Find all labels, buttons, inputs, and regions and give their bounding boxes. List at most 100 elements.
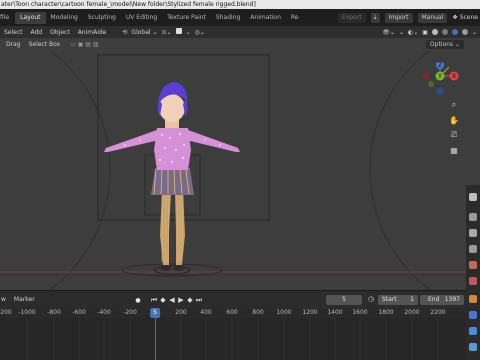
ruler-tick: -400 bbox=[97, 309, 111, 316]
select-box-dropdown[interactable]: Select Box bbox=[29, 41, 61, 48]
right-shoe bbox=[174, 265, 184, 271]
jump-start-icon[interactable]: ⏮ bbox=[150, 295, 158, 305]
tab-texture-paint[interactable]: Texture Paint bbox=[162, 12, 211, 24]
play-reverse-icon[interactable]: ◀ bbox=[168, 295, 176, 305]
orientation-icon[interactable]: ⟲ bbox=[120, 29, 129, 36]
options-label: Options bbox=[429, 41, 454, 48]
tab-modeling[interactable]: Modeling bbox=[46, 12, 83, 24]
right-arm bbox=[186, 130, 240, 152]
chevron-down-icon: ⌄ bbox=[150, 28, 158, 36]
ruler-tick: -1000 bbox=[18, 309, 36, 316]
start-frame-field[interactable]: Start 1 bbox=[378, 295, 418, 305]
select-mode-icons[interactable]: ▭ ▣ ▤ ▥ bbox=[70, 41, 98, 48]
drag-label: Drag bbox=[6, 41, 21, 48]
snap-toggle[interactable] bbox=[174, 28, 184, 36]
menu-file[interactable]: file bbox=[0, 12, 15, 24]
overlay-icon[interactable]: ◐⌄ bbox=[408, 29, 418, 36]
tab-uv-editing[interactable]: UV Editing bbox=[121, 12, 162, 24]
proportional-edit-icon[interactable]: ◎⌄ bbox=[193, 29, 207, 36]
gizmo-toggle-icon[interactable]: ⌄ bbox=[399, 29, 404, 36]
pivot-icon[interactable]: ⊙⌄ bbox=[160, 29, 174, 36]
timeline-ruler[interactable]: -1200 -1000 -800 -600 -400 -200 5 200 40… bbox=[0, 308, 466, 318]
ruler-tick: 2200 bbox=[430, 309, 446, 316]
output-properties-icon[interactable] bbox=[469, 229, 477, 237]
shading-wire-icon[interactable] bbox=[461, 29, 468, 35]
orientation-dropdown[interactable]: Global ⌄ bbox=[129, 29, 159, 36]
modifier-properties-icon[interactable] bbox=[469, 311, 477, 319]
playback-controls: ● ⏮ ◆ ◀ ▶ ◆ ⏭ bbox=[134, 294, 203, 306]
menu-select[interactable]: Select bbox=[0, 29, 27, 36]
ruler-tick: 1200 bbox=[302, 309, 318, 316]
menu-marker[interactable]: Marker bbox=[10, 296, 39, 303]
viewport-canvas bbox=[0, 51, 466, 290]
object-properties-icon[interactable] bbox=[469, 295, 477, 303]
xray-icon[interactable]: ▣ bbox=[422, 29, 428, 36]
ruler-tick: 600 bbox=[226, 309, 238, 316]
tab-layout[interactable]: Layout bbox=[15, 11, 46, 24]
tab-rendering[interactable]: Re bbox=[286, 12, 301, 24]
tool-properties-icon[interactable] bbox=[469, 193, 477, 201]
visibility-icon[interactable]: 👁⌄ bbox=[382, 29, 395, 36]
prev-keyframe-icon[interactable]: ◆ bbox=[159, 295, 167, 305]
ruler-tick: 1600 bbox=[352, 309, 368, 316]
menu-add[interactable]: Add bbox=[27, 29, 47, 36]
scene-selector[interactable]: ❖ Scene bbox=[452, 14, 478, 21]
rig-curve-left bbox=[49, 51, 111, 290]
camera-icon[interactable]: ⎚ bbox=[447, 128, 461, 142]
orientation-value: Global bbox=[131, 28, 151, 36]
shading-rendered-icon[interactable] bbox=[451, 29, 458, 35]
shading-options-icon[interactable]: ⌄ bbox=[472, 29, 477, 36]
gizmo-y-label: Y bbox=[437, 73, 442, 80]
zoom-icon[interactable]: ⌕ bbox=[447, 98, 461, 112]
timeline-header: w Marker ● ⏮ ◆ ◀ ▶ ◆ ⏭ 5 ◷ Start 1 End 1… bbox=[0, 290, 466, 308]
scene-properties-icon[interactable] bbox=[469, 261, 477, 269]
export-button[interactable]: Export bbox=[337, 12, 366, 23]
menu-animaide[interactable]: AnimAide bbox=[74, 29, 111, 36]
play-icon[interactable]: ▶ bbox=[177, 295, 185, 305]
ruler-tick: 400 bbox=[200, 309, 212, 316]
start-label: Start bbox=[382, 296, 397, 303]
tab-shading[interactable]: Shading bbox=[211, 12, 245, 24]
current-frame-field[interactable]: 5 bbox=[326, 295, 362, 305]
ruler-tick: -800 bbox=[47, 309, 61, 316]
ruler-tick: -600 bbox=[72, 309, 86, 316]
import-icon[interactable]: ⇣ bbox=[370, 12, 380, 23]
ruler-current-frame[interactable]: 5 bbox=[150, 308, 160, 318]
clock-icon[interactable]: ◷ bbox=[368, 295, 377, 305]
physics-icon[interactable] bbox=[469, 343, 477, 351]
topbar-right: Export ⇣ Import Manual ❖ Scene bbox=[337, 9, 480, 26]
shading-material-icon[interactable] bbox=[441, 29, 448, 35]
particles-icon[interactable] bbox=[469, 327, 477, 335]
record-icon[interactable]: ● bbox=[134, 295, 142, 305]
3d-viewport[interactable] bbox=[0, 51, 466, 290]
tab-animation[interactable]: Animation bbox=[245, 12, 286, 24]
menu-view[interactable]: w bbox=[0, 296, 10, 303]
viewport-header-right: 👁⌄ ⌄ ◐⌄ ▣ ⌄ bbox=[382, 26, 477, 38]
shading-solid-icon[interactable] bbox=[431, 29, 438, 35]
jump-end-icon[interactable]: ⏭ bbox=[195, 295, 203, 305]
playhead[interactable] bbox=[155, 318, 156, 360]
import-button[interactable]: Import bbox=[384, 12, 413, 23]
snap-mode-icon[interactable]: ⌄ bbox=[184, 29, 193, 36]
timeline-keyframe-area[interactable] bbox=[0, 318, 466, 360]
world-properties-icon[interactable] bbox=[469, 277, 477, 285]
hand-icon[interactable]: ✋ bbox=[447, 113, 461, 127]
torso bbox=[154, 128, 191, 170]
next-keyframe-icon[interactable]: ◆ bbox=[186, 295, 194, 305]
menu-object[interactable]: Object bbox=[46, 29, 74, 36]
start-value: 1 bbox=[410, 296, 414, 303]
ruler-tick: 2000 bbox=[404, 309, 420, 316]
tab-sculpting[interactable]: Sculpting bbox=[83, 12, 121, 24]
options-dropdown[interactable]: Options ⌄ bbox=[425, 40, 464, 49]
legs bbox=[160, 190, 185, 271]
view-layer-icon[interactable] bbox=[469, 245, 477, 253]
manual-button[interactable]: Manual bbox=[417, 12, 448, 23]
gizmo-neg-x bbox=[422, 72, 430, 80]
ruler-tick: 200 bbox=[175, 309, 187, 316]
gizmo-neg-z bbox=[436, 87, 444, 95]
viewport-header: Select Add Object AnimAide ⟲ Global ⌄ ⊙⌄… bbox=[0, 26, 480, 38]
scene-icon: ❖ bbox=[452, 14, 458, 21]
end-frame-field[interactable]: End 1397 bbox=[420, 295, 464, 305]
render-properties-icon[interactable] bbox=[469, 213, 477, 221]
grid-icon[interactable]: ▦ bbox=[447, 143, 461, 157]
